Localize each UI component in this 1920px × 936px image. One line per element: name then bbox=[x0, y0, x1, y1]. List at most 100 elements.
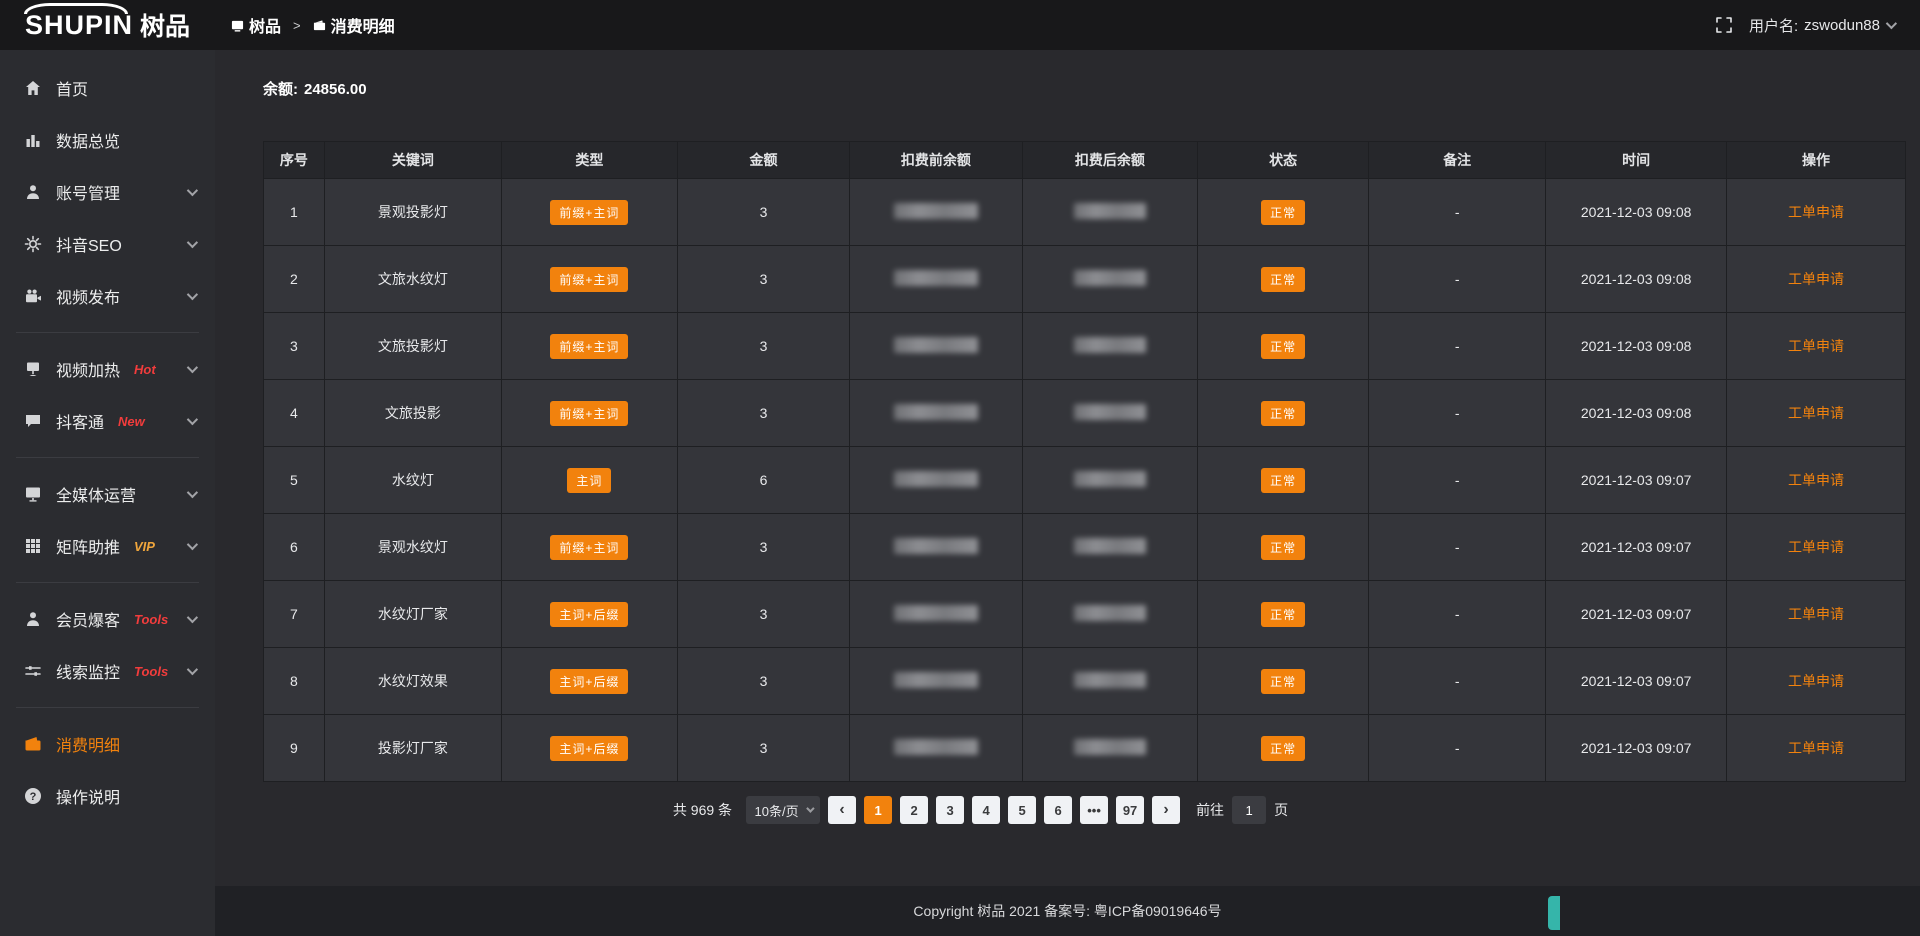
work-order-link[interactable]: 工单申请 bbox=[1788, 673, 1844, 689]
cell-keyword: 水纹灯 bbox=[324, 447, 501, 514]
sidebar-item-label: 线索监控 bbox=[56, 659, 120, 683]
chat-widget-handle[interactable] bbox=[1548, 896, 1560, 930]
work-order-link[interactable]: 工单申请 bbox=[1788, 204, 1844, 220]
redacted-value bbox=[1074, 471, 1146, 487]
breadcrumb-item-current[interactable]: 消费明细 bbox=[313, 13, 395, 37]
cell-action: 工单申请 bbox=[1726, 581, 1905, 648]
topbar: SHUPIN 树品 树品 > 消费明细 用户名: zswodun88 bbox=[0, 0, 1920, 50]
topbar-right: 用户名: zswodun88 bbox=[1715, 15, 1920, 36]
logo-text-cn: 树品 bbox=[140, 7, 190, 43]
cell-status: 正常 bbox=[1198, 380, 1369, 447]
work-order-link[interactable]: 工单申请 bbox=[1788, 472, 1844, 488]
page-button[interactable]: 4 bbox=[972, 796, 1000, 824]
billboard-icon bbox=[24, 360, 42, 378]
work-order-link[interactable]: 工单申请 bbox=[1788, 338, 1844, 354]
chevron-down-icon bbox=[187, 362, 198, 373]
cell-amount: 3 bbox=[677, 581, 849, 648]
cell-time: 2021-12-03 09:08 bbox=[1546, 179, 1727, 246]
redacted-value bbox=[1074, 672, 1146, 688]
status-badge: 正常 bbox=[1261, 267, 1305, 292]
cell-keyword: 景观水纹灯 bbox=[324, 514, 501, 581]
work-order-link[interactable]: 工单申请 bbox=[1788, 606, 1844, 622]
table-row: 3文旅投影灯前缀+主词3正常-2021-12-03 09:08工单申请 bbox=[264, 313, 1906, 380]
sidebar-item-home[interactable]: 首页 bbox=[0, 62, 215, 114]
main-content: 余额:24856.00 序号 关键词 类型 金额 扣费前余额 扣费后余额 状态 … bbox=[215, 50, 1920, 886]
page-button[interactable]: 97 bbox=[1116, 796, 1144, 824]
chevron-down-icon bbox=[187, 289, 198, 300]
sidebar-item-label: 会员爆客 bbox=[56, 607, 120, 631]
work-order-link[interactable]: 工单申请 bbox=[1788, 405, 1844, 421]
cell-action: 工单申请 bbox=[1726, 380, 1905, 447]
cell-balance-before bbox=[850, 179, 1022, 246]
cell-action: 工单申请 bbox=[1726, 246, 1905, 313]
redacted-value bbox=[894, 471, 978, 487]
sidebar-item-doketong[interactable]: 抖客通 New bbox=[0, 395, 215, 447]
cell-balance-before bbox=[850, 581, 1022, 648]
redacted-value bbox=[894, 672, 978, 688]
more-pages-button[interactable]: ••• bbox=[1080, 796, 1108, 824]
cell-balance-after bbox=[1022, 179, 1198, 246]
cell-remark: - bbox=[1369, 313, 1546, 380]
cell-remark: - bbox=[1369, 380, 1546, 447]
breadcrumb-item-home[interactable]: 树品 bbox=[231, 13, 281, 37]
sidebar-item-video-publish[interactable]: 视频发布 bbox=[0, 270, 215, 322]
sidebar-divider bbox=[16, 332, 199, 333]
home-icon bbox=[24, 79, 42, 97]
page-button[interactable]: 6 bbox=[1044, 796, 1072, 824]
page-size-select[interactable]: 10条/页 bbox=[746, 796, 820, 824]
fullscreen-icon[interactable] bbox=[1715, 16, 1733, 34]
breadcrumb-label: 消费明细 bbox=[331, 13, 395, 37]
status-badge: 正常 bbox=[1261, 736, 1305, 761]
sidebar-item-member-burst[interactable]: 会员爆客 Tools bbox=[0, 593, 215, 645]
cell-remark: - bbox=[1369, 715, 1546, 782]
table-row: 2文旅水纹灯前缀+主词3正常-2021-12-03 09:08工单申请 bbox=[264, 246, 1906, 313]
cell-amount: 3 bbox=[677, 715, 849, 782]
sidebar-item-matrix-boost[interactable]: 矩阵助推 VIP bbox=[0, 520, 215, 572]
table-row: 7水纹灯厂家主词+后缀3正常-2021-12-03 09:07工单申请 bbox=[264, 581, 1906, 648]
work-order-link[interactable]: 工单申请 bbox=[1788, 740, 1844, 756]
work-order-link[interactable]: 工单申请 bbox=[1788, 271, 1844, 287]
logo-arc bbox=[24, 3, 128, 14]
consumption-table: 序号 关键词 类型 金额 扣费前余额 扣费后余额 状态 备注 时间 操作 1景观… bbox=[263, 141, 1906, 782]
work-order-link[interactable]: 工单申请 bbox=[1788, 539, 1844, 555]
user-menu[interactable]: 用户名: zswodun88 bbox=[1749, 15, 1894, 36]
redacted-value bbox=[1074, 404, 1146, 420]
sidebar-item-account[interactable]: 账号管理 bbox=[0, 166, 215, 218]
goto-page-input[interactable] bbox=[1232, 796, 1266, 824]
page-button[interactable]: 5 bbox=[1008, 796, 1036, 824]
col-header-amount: 金额 bbox=[677, 142, 849, 179]
cell-type: 前缀+主词 bbox=[502, 313, 678, 380]
cell-balance-before bbox=[850, 715, 1022, 782]
cell-type: 主词+后缀 bbox=[502, 581, 678, 648]
cell-type: 前缀+主词 bbox=[502, 514, 678, 581]
redacted-value bbox=[894, 739, 978, 755]
redacted-value bbox=[1074, 203, 1146, 219]
sidebar-item-media-operation[interactable]: 全媒体运营 bbox=[0, 468, 215, 520]
page-button[interactable]: 1 bbox=[864, 796, 892, 824]
video-camera-icon bbox=[24, 287, 42, 305]
page-button[interactable]: 3 bbox=[936, 796, 964, 824]
cell-index: 1 bbox=[264, 179, 325, 246]
footer: Copyright 树品 2021 备案号: 粤ICP备09019646号 bbox=[215, 886, 1920, 936]
bar-chart-icon bbox=[24, 131, 42, 149]
breadcrumb-label: 树品 bbox=[249, 13, 281, 37]
sidebar-item-data-overview[interactable]: 数据总览 bbox=[0, 114, 215, 166]
status-badge: 正常 bbox=[1261, 200, 1305, 225]
cell-status: 正常 bbox=[1198, 179, 1369, 246]
cell-balance-before bbox=[850, 514, 1022, 581]
redacted-value bbox=[1074, 538, 1146, 554]
status-badge: 正常 bbox=[1261, 334, 1305, 359]
next-page-button[interactable]: › bbox=[1152, 796, 1180, 824]
sliders-icon bbox=[24, 662, 42, 680]
sidebar-item-lead-monitor[interactable]: 线索监控 Tools bbox=[0, 645, 215, 697]
cell-type: 前缀+主词 bbox=[502, 179, 678, 246]
sidebar-item-consumption-detail[interactable]: 消费明细 bbox=[0, 718, 215, 770]
prev-page-button[interactable]: ‹ bbox=[828, 796, 856, 824]
cell-time: 2021-12-03 09:08 bbox=[1546, 380, 1727, 447]
page-button[interactable]: 2 bbox=[900, 796, 928, 824]
cell-index: 6 bbox=[264, 514, 325, 581]
cell-status: 正常 bbox=[1198, 715, 1369, 782]
cell-index: 2 bbox=[264, 246, 325, 313]
sidebar-item-douyin-seo[interactable]: 抖音SEO bbox=[0, 218, 215, 270]
sidebar-item-video-heat[interactable]: 视频加热 Hot bbox=[0, 343, 215, 395]
